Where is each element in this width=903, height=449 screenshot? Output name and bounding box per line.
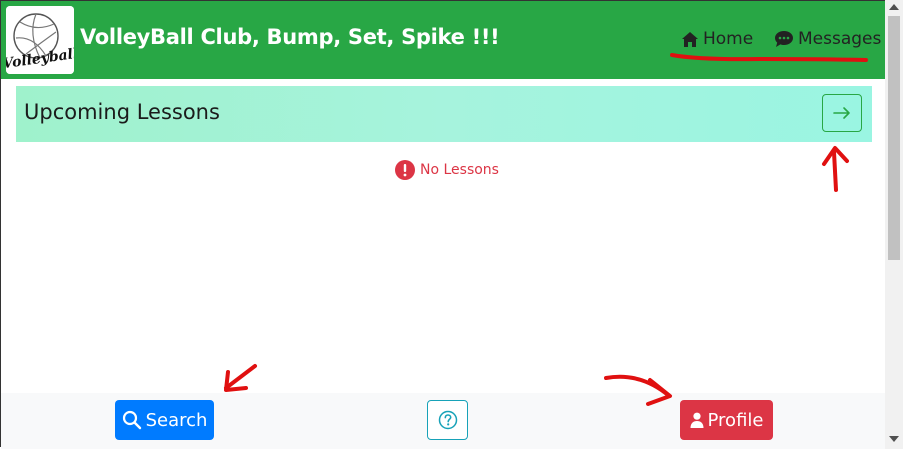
volleyball-logo-image: Volleyball: [6, 6, 74, 74]
search-button[interactable]: Search: [115, 400, 214, 440]
home-icon: [682, 31, 698, 47]
nav-home-label: Home: [703, 29, 754, 49]
profile-button[interactable]: Profile: [680, 400, 773, 440]
brand-title[interactable]: VolleyBall Club, Bump, Set, Spike !!!: [80, 25, 500, 49]
section-title: Upcoming Lessons: [24, 100, 220, 124]
vertical-scrollbar[interactable]: [885, 0, 903, 449]
nav-home-link[interactable]: Home: [681, 29, 753, 49]
view-lessons-button[interactable]: [822, 94, 862, 132]
no-lessons-alert: No Lessons: [395, 160, 499, 180]
nav-messages-link[interactable]: Messages: [774, 29, 881, 49]
person-icon: [690, 412, 704, 428]
search-icon: [122, 410, 141, 430]
scroll-thumb[interactable]: [888, 16, 900, 260]
search-button-label: Search: [145, 409, 208, 431]
no-lessons-text: No Lessons: [420, 162, 499, 178]
scroll-up-arrow[interactable]: [889, 4, 899, 10]
top-navbar: Volleyball VolleyBall Club, Bump, Set, S…: [1, 1, 885, 79]
upcoming-lessons-banner: Upcoming Lessons: [16, 86, 872, 142]
nav-messages-label: Messages: [798, 29, 882, 49]
scroll-down-arrow[interactable]: [889, 436, 899, 442]
arrow-right-icon: [833, 107, 850, 119]
question-circle-icon: [438, 410, 457, 430]
club-logo[interactable]: Volleyball: [6, 6, 74, 74]
exclamation-circle-icon: [395, 160, 415, 180]
profile-button-label: Profile: [707, 409, 764, 431]
bottom-toolbar: Search Profile: [1, 393, 885, 449]
chat-bubble-icon: [775, 31, 793, 47]
help-button[interactable]: [427, 400, 468, 440]
